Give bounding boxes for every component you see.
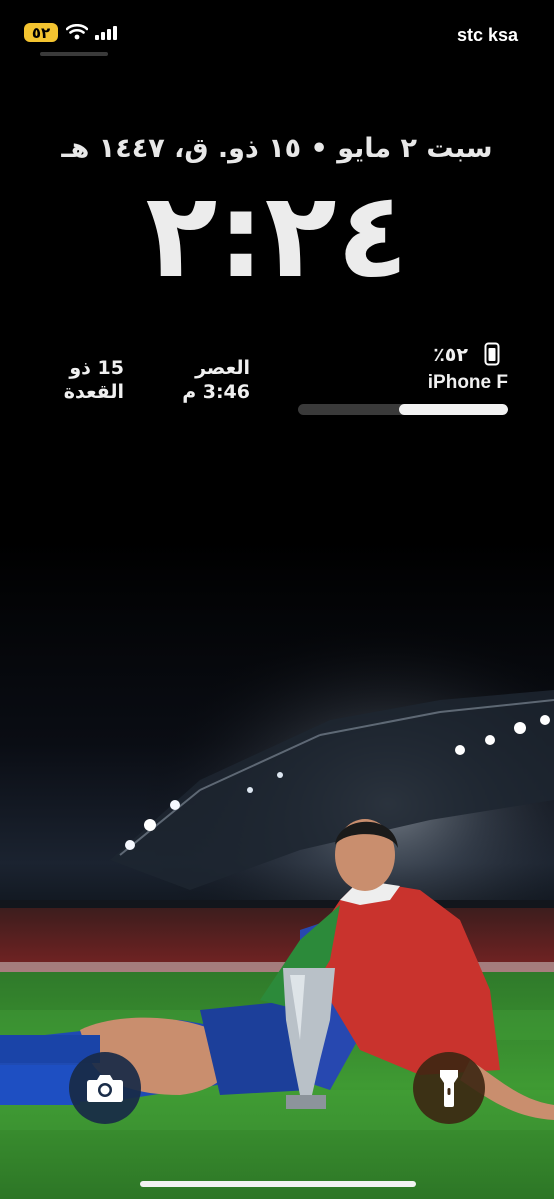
wifi-icon xyxy=(66,24,88,40)
hijri-date-line2: القعدة xyxy=(63,381,124,403)
flashlight-icon xyxy=(440,1070,458,1107)
camera-button[interactable] xyxy=(69,1052,141,1124)
battery-level-fill xyxy=(398,404,508,415)
battery-level-bar xyxy=(298,404,508,415)
lock-screen: ٥٢ stc ksa سبت ٢ مايو • ١٥ ذو. ق، ١٤٤٧ ه… xyxy=(0,0,554,1199)
hijri-date-widget[interactable]: 15 ذو القعدة xyxy=(40,356,124,404)
status-bar: ٥٢ stc ksa xyxy=(0,0,554,60)
lock-screen-time: ٢:٢٤ xyxy=(145,166,409,304)
device-name: iPhone F xyxy=(427,372,508,393)
prayer-name: العصر xyxy=(195,357,250,379)
status-indicator-line xyxy=(40,52,108,56)
status-battery-badge: ٥٢ xyxy=(24,23,58,42)
carrier-name: stc ksa xyxy=(456,25,518,45)
cellular-signal-icon xyxy=(95,26,117,40)
flashlight-button[interactable] xyxy=(413,1052,485,1124)
prayer-time: 3:46 م xyxy=(182,381,250,403)
camera-icon xyxy=(87,1075,123,1102)
prayer-time-widget[interactable]: العصر 3:46 م xyxy=(150,356,250,404)
home-indicator[interactable] xyxy=(140,1181,416,1187)
hijri-date-line1: 15 ذو xyxy=(69,357,124,379)
iphone-icon xyxy=(484,342,500,366)
battery-percent: ٪٥٢ xyxy=(433,344,468,366)
